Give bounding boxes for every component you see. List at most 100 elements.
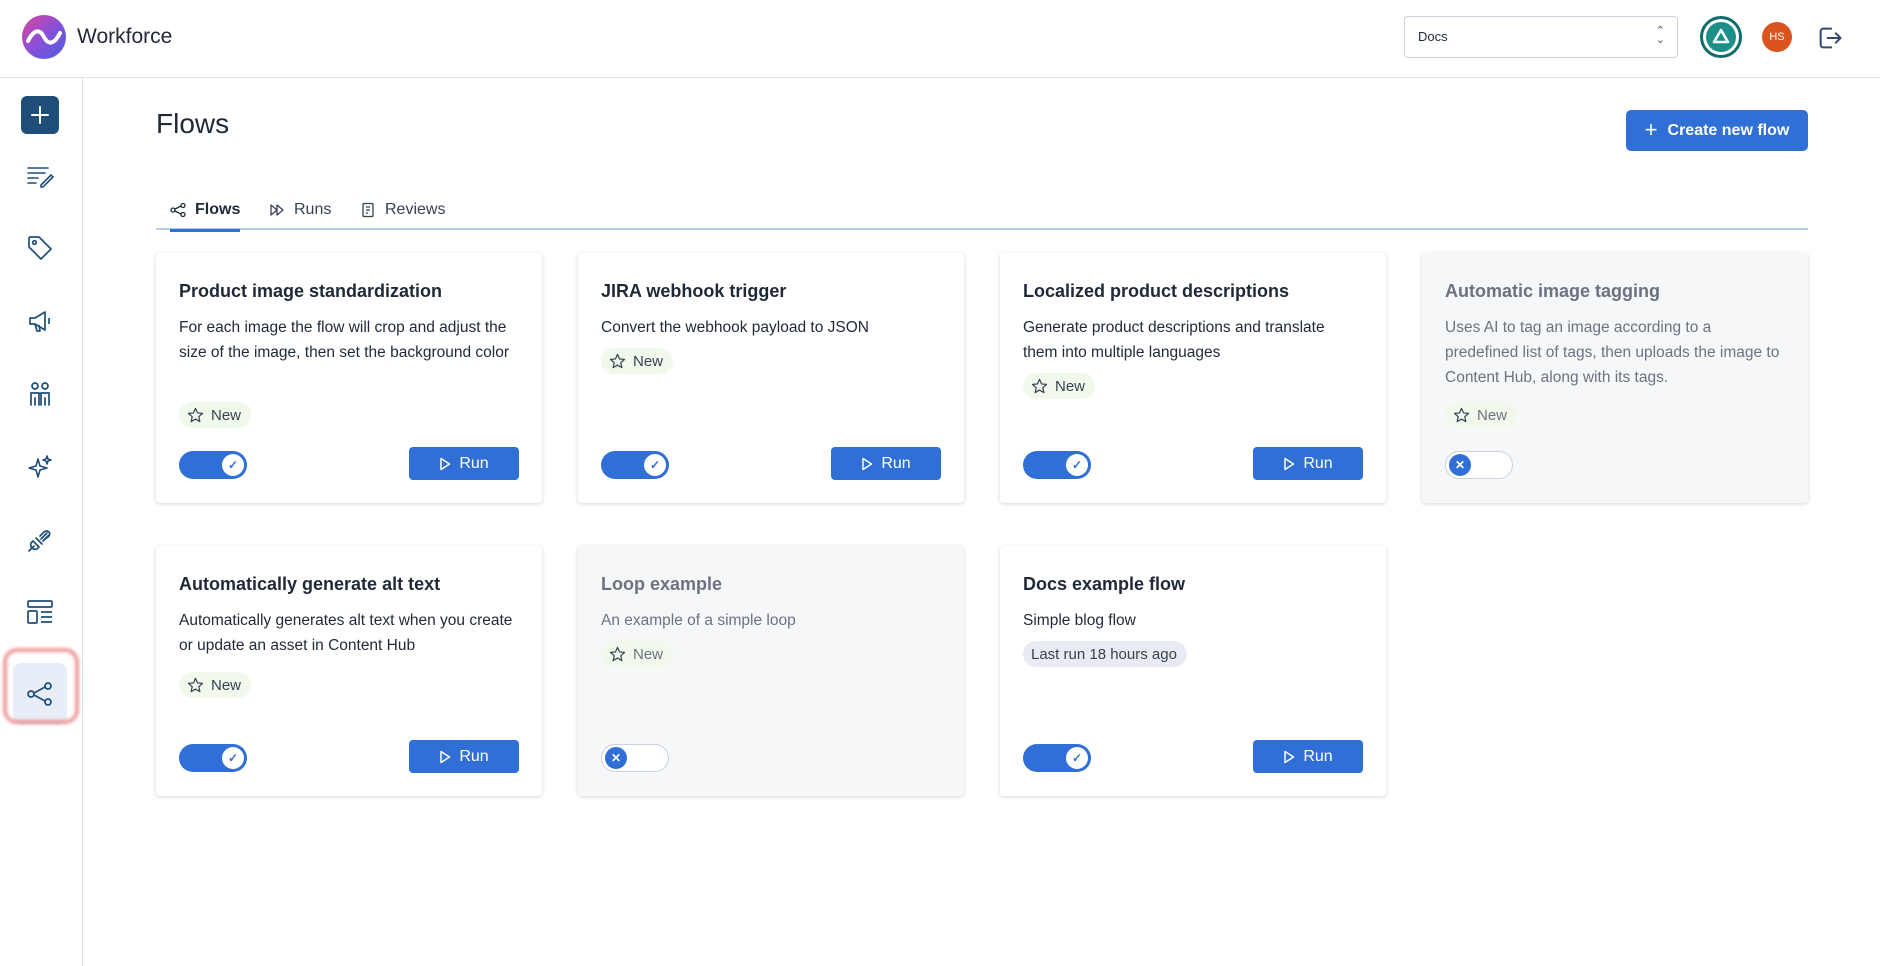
star-icon bbox=[187, 407, 204, 422]
flow-card-title[interactable]: Automatic image tagging bbox=[1445, 281, 1660, 302]
sidebar-item-integrations[interactable] bbox=[20, 520, 60, 560]
tab-bar: Flows Runs Reviews bbox=[156, 190, 1808, 232]
run-button[interactable]: Run bbox=[831, 447, 941, 480]
flow-enabled-toggle[interactable]: ✓ bbox=[1023, 744, 1091, 772]
run-label: Run bbox=[1303, 747, 1333, 765]
flow-card[interactable]: Loop example An example of a simple loop N… bbox=[578, 546, 964, 796]
flow-card[interactable]: JIRA webhook trigger Convert the webhook … bbox=[578, 253, 964, 503]
star-icon bbox=[187, 677, 204, 692]
check-icon: ✓ bbox=[644, 454, 666, 476]
tab-flows[interactable]: Flows bbox=[170, 190, 241, 232]
plug-icon bbox=[28, 530, 51, 552]
sidebar-add-button[interactable] bbox=[21, 96, 59, 134]
new-badge: New bbox=[179, 402, 252, 428]
run-label: Run bbox=[881, 454, 911, 472]
new-badge: New bbox=[1445, 402, 1518, 428]
badge-label: New bbox=[211, 406, 242, 424]
highlight-annotation bbox=[3, 648, 79, 724]
play-icon bbox=[440, 457, 451, 470]
layout-icon bbox=[27, 600, 53, 624]
flow-card-title[interactable]: Product image standardization bbox=[179, 281, 442, 302]
x-icon: ✕ bbox=[1449, 454, 1471, 476]
sidebar-item-content[interactable] bbox=[20, 156, 60, 196]
flow-card-title[interactable]: Docs example flow bbox=[1023, 574, 1185, 595]
x-icon: ✕ bbox=[605, 747, 627, 769]
new-badge: New bbox=[179, 672, 252, 698]
run-button[interactable]: Run bbox=[409, 447, 519, 480]
flow-card[interactable]: Automatically generate alt text Automatic… bbox=[156, 546, 542, 796]
run-label: Run bbox=[459, 454, 489, 472]
flow-icon bbox=[170, 202, 186, 217]
badge-label: New bbox=[633, 352, 664, 370]
flow-card-description: Convert the webhook payload to JSON bbox=[601, 319, 869, 336]
new-badge: New bbox=[601, 348, 674, 374]
flow-card-title[interactable]: Loop example bbox=[601, 574, 722, 595]
flow-card[interactable]: Product image standardization For each im… bbox=[156, 253, 542, 503]
flow-enabled-toggle[interactable]: ✓ bbox=[601, 451, 669, 479]
sidebar-item-campaigns[interactable] bbox=[20, 301, 60, 341]
flow-card-title[interactable]: Automatically generate alt text bbox=[179, 574, 440, 595]
flow-enabled-toggle[interactable]: ✕ bbox=[1445, 451, 1513, 479]
check-icon: ✓ bbox=[222, 747, 244, 769]
people-icon bbox=[30, 382, 50, 406]
chevron-up-down-icon: ⌃ ⌄ bbox=[1655, 25, 1665, 46]
badge-label: New bbox=[633, 645, 664, 663]
badge-label: New bbox=[1055, 377, 1086, 395]
new-badge: New bbox=[601, 641, 674, 667]
organization-avatar[interactable] bbox=[1700, 16, 1742, 58]
flow-card-description: Generate product descriptions and transl… bbox=[1023, 319, 1325, 361]
logout-icon[interactable] bbox=[1816, 24, 1844, 52]
sidebar-item-templates[interactable] bbox=[20, 592, 60, 632]
run-label: Run bbox=[1303, 454, 1333, 472]
sparkles-icon bbox=[28, 455, 52, 478]
create-new-flow-label: Create new flow bbox=[1667, 121, 1790, 139]
triangle-icon bbox=[1712, 28, 1730, 44]
run-button[interactable]: Run bbox=[1253, 740, 1363, 773]
sidebar-item-taxonomy[interactable] bbox=[20, 228, 60, 268]
sidebar bbox=[0, 78, 83, 966]
flow-card-title[interactable]: Localized product descriptions bbox=[1023, 281, 1289, 302]
project-select[interactable]: Docs ⌃ ⌄ bbox=[1404, 16, 1678, 58]
user-avatar[interactable]: HS bbox=[1762, 22, 1792, 52]
megaphone-icon bbox=[29, 311, 50, 332]
app-header: Workforce Docs ⌃ ⌄ HS bbox=[0, 0, 1880, 78]
create-new-flow-button[interactable]: + Create new flow bbox=[1626, 110, 1808, 151]
flow-card-description: An example of a simple loop bbox=[601, 612, 796, 629]
flow-card-description: Uses AI to tag an image according to a p… bbox=[1445, 319, 1780, 386]
workforce-logo-icon[interactable] bbox=[22, 15, 66, 59]
tag-icon bbox=[28, 236, 52, 260]
flow-card-description: Simple blog flow bbox=[1023, 612, 1136, 629]
flow-enabled-toggle[interactable]: ✓ bbox=[179, 744, 247, 772]
check-icon: ✓ bbox=[1066, 747, 1088, 769]
check-icon: ✓ bbox=[1066, 454, 1088, 476]
flow-card-title[interactable]: JIRA webhook trigger bbox=[601, 281, 786, 302]
flow-enabled-toggle[interactable]: ✓ bbox=[179, 451, 247, 479]
project-select-value: Docs bbox=[1418, 29, 1448, 44]
sidebar-item-personas[interactable] bbox=[20, 374, 60, 414]
run-button[interactable]: Run bbox=[409, 740, 519, 773]
flow-card[interactable]: Automatic image tagging Uses AI to tag an… bbox=[1422, 253, 1808, 503]
flow-enabled-toggle[interactable]: ✕ bbox=[601, 744, 669, 772]
run-button[interactable]: Run bbox=[1253, 447, 1363, 480]
flow-card[interactable]: Docs example flow Simple blog flow Last ru… bbox=[1000, 546, 1386, 796]
flow-enabled-toggle[interactable]: ✓ bbox=[1023, 451, 1091, 479]
tab-runs[interactable]: Runs bbox=[269, 190, 331, 230]
edit-list-icon bbox=[27, 167, 55, 188]
flow-card[interactable]: Localized product descriptions Generate p… bbox=[1000, 253, 1386, 503]
review-icon bbox=[362, 202, 374, 218]
badge-label: New bbox=[211, 676, 242, 694]
check-icon: ✓ bbox=[222, 454, 244, 476]
play-icon bbox=[862, 457, 873, 470]
tab-label: Reviews bbox=[385, 201, 446, 218]
sidebar-item-ai[interactable] bbox=[20, 447, 60, 487]
badge-label: New bbox=[1477, 406, 1508, 424]
star-icon bbox=[1453, 407, 1470, 422]
flow-card-description: Automatically generates alt text when yo… bbox=[179, 612, 513, 654]
tab-reviews[interactable]: Reviews bbox=[360, 190, 445, 230]
play-icon bbox=[1284, 457, 1295, 470]
page-title: Flows bbox=[156, 108, 230, 139]
badge-label: Last run 18 hours ago bbox=[1031, 645, 1177, 663]
play-icon bbox=[440, 750, 451, 763]
tab-label: Runs bbox=[294, 201, 332, 218]
tab-label: Flows bbox=[195, 200, 241, 218]
